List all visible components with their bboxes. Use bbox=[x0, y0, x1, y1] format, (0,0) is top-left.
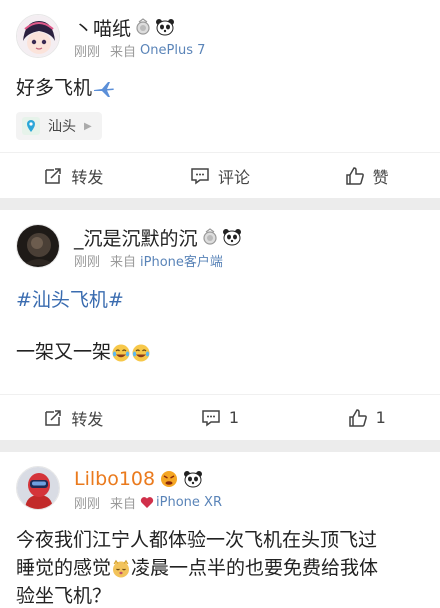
panda-icon bbox=[183, 470, 203, 488]
post-text: 一架又一架 bbox=[0, 338, 440, 366]
separator bbox=[0, 440, 440, 452]
device-source-link[interactable]: OnePlus 7 bbox=[140, 43, 205, 58]
level-medal-icon bbox=[135, 18, 151, 36]
username[interactable]: 丶喵纸 bbox=[74, 14, 131, 41]
laugh-cry-emoji-icon bbox=[131, 343, 151, 363]
like-button[interactable]: 1 bbox=[293, 395, 440, 440]
repost-button[interactable]: 转发 bbox=[0, 153, 147, 198]
from-label: 来自 bbox=[110, 497, 137, 512]
post-text-line: 睡觉的感觉 凌晨一点半的也要免费给我体 bbox=[16, 554, 424, 582]
weibo-feed: 丶喵纸 刚刚 来自 OnePlus 7 好多飞机 汕头 ▶ 转发 评论 赞 _沉… bbox=[0, 0, 440, 608]
comment-button[interactable]: 1 bbox=[147, 395, 294, 440]
username[interactable]: Lilbo108 bbox=[74, 468, 155, 490]
comment-icon bbox=[202, 409, 220, 426]
location-tag[interactable]: 汕头 ▶ bbox=[16, 112, 102, 140]
post-text-segment: 睡觉的感觉 bbox=[16, 557, 112, 579]
post-text: 今夜我们江宁人都体验一次飞机在头顶飞过 睡觉的感觉 凌晨一点半的也要免费给我体 验… bbox=[0, 526, 440, 608]
level-medal-icon bbox=[202, 228, 218, 246]
sleepy-face-emoji-icon bbox=[111, 559, 131, 579]
like-button[interactable]: 赞 bbox=[293, 153, 440, 198]
comment-count: 1 bbox=[228, 408, 240, 427]
airplane-icon bbox=[92, 79, 116, 99]
action-bar: 转发 评论 赞 bbox=[0, 152, 440, 198]
device-source-link[interactable]: iPhone客户端 bbox=[140, 251, 223, 270]
separator bbox=[0, 198, 440, 210]
chevron-right-icon: ▶ bbox=[84, 120, 92, 132]
like-label: 赞 bbox=[372, 167, 389, 187]
post-time: 刚刚 bbox=[74, 497, 101, 512]
panda-icon bbox=[155, 18, 175, 36]
repost-label: 转发 bbox=[71, 167, 104, 187]
avatar[interactable] bbox=[16, 14, 60, 58]
repost-icon bbox=[45, 167, 62, 184]
laugh-cry-emoji-icon bbox=[111, 343, 131, 363]
post-card[interactable]: Lilbo108 刚刚 来自 iPhone XR 今夜我们江宁人都体验一次飞机在… bbox=[0, 452, 440, 608]
panda-icon bbox=[222, 228, 242, 246]
topic-hashtag-link[interactable]: #汕头飞机# bbox=[16, 289, 124, 311]
action-bar: 转发 1 1 bbox=[0, 394, 440, 440]
avatar[interactable] bbox=[16, 224, 60, 268]
username[interactable]: _沉是沉默的沉 bbox=[74, 224, 198, 251]
repost-icon bbox=[45, 409, 62, 426]
post-time: 刚刚 bbox=[74, 45, 101, 60]
post-header: 丶喵纸 刚刚 来自 OnePlus 7 bbox=[0, 0, 440, 60]
post-text-line: 验坐飞机？ bbox=[16, 585, 112, 607]
from-label: 来自 bbox=[110, 45, 137, 60]
thumbs-up-icon bbox=[348, 408, 367, 427]
angry-emoji-icon bbox=[159, 470, 179, 488]
avatar[interactable] bbox=[16, 466, 60, 510]
post-text-content: 好多飞机 bbox=[16, 77, 93, 99]
from-label: 来自 bbox=[110, 255, 137, 270]
post-text: #汕头飞机# bbox=[0, 286, 440, 314]
comment-button[interactable]: 评论 bbox=[147, 153, 294, 198]
repost-button[interactable]: 转发 bbox=[0, 395, 147, 440]
thumbs-up-icon bbox=[345, 166, 364, 185]
comment-label: 评论 bbox=[218, 167, 251, 187]
comment-icon bbox=[191, 167, 209, 184]
like-count: 1 bbox=[375, 408, 386, 427]
device-source-link[interactable]: iPhone XR bbox=[156, 495, 222, 510]
post-text-content: 一架又一架 bbox=[16, 341, 112, 363]
post-text: 好多飞机 bbox=[0, 74, 440, 102]
post-text-line: 今夜我们江宁人都体验一次飞机在头顶飞过 bbox=[16, 529, 378, 551]
post-card[interactable]: _沉是沉默的沉 刚刚 来自 iPhone客户端 #汕头飞机# 一架又一架 转发 … bbox=[0, 210, 440, 440]
post-time: 刚刚 bbox=[74, 255, 101, 270]
post-header: _沉是沉默的沉 刚刚 来自 iPhone客户端 bbox=[0, 210, 440, 270]
post-text-segment: 凌晨一点半的也要免费给我体 bbox=[131, 557, 379, 579]
location-pin-icon bbox=[22, 117, 40, 135]
post-header: Lilbo108 刚刚 来自 iPhone XR bbox=[0, 452, 440, 512]
heart-icon bbox=[140, 496, 154, 509]
location-label: 汕头 bbox=[48, 119, 76, 135]
repost-label: 转发 bbox=[71, 409, 104, 429]
post-card[interactable]: 丶喵纸 刚刚 来自 OnePlus 7 好多飞机 汕头 ▶ 转发 评论 赞 bbox=[0, 0, 440, 198]
